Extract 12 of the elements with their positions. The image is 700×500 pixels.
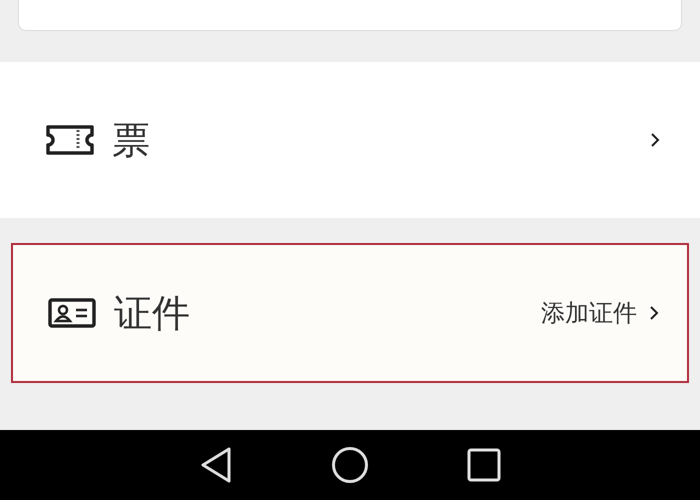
ticket-icon: [46, 125, 94, 155]
row-hint: 添加证件: [541, 298, 637, 329]
recent-apps-icon[interactable]: [467, 448, 501, 482]
list-row[interactable]: 票: [0, 62, 700, 218]
id-card-icon: [48, 298, 96, 328]
list-row[interactable]: 证件 添加证件: [11, 243, 689, 383]
chevron-icon: [650, 132, 660, 148]
row-label: 票: [112, 116, 150, 164]
chevron-icon: [649, 305, 659, 321]
home-icon[interactable]: [331, 446, 369, 484]
back-icon[interactable]: [199, 446, 233, 484]
row-label: 证件: [114, 290, 190, 336]
